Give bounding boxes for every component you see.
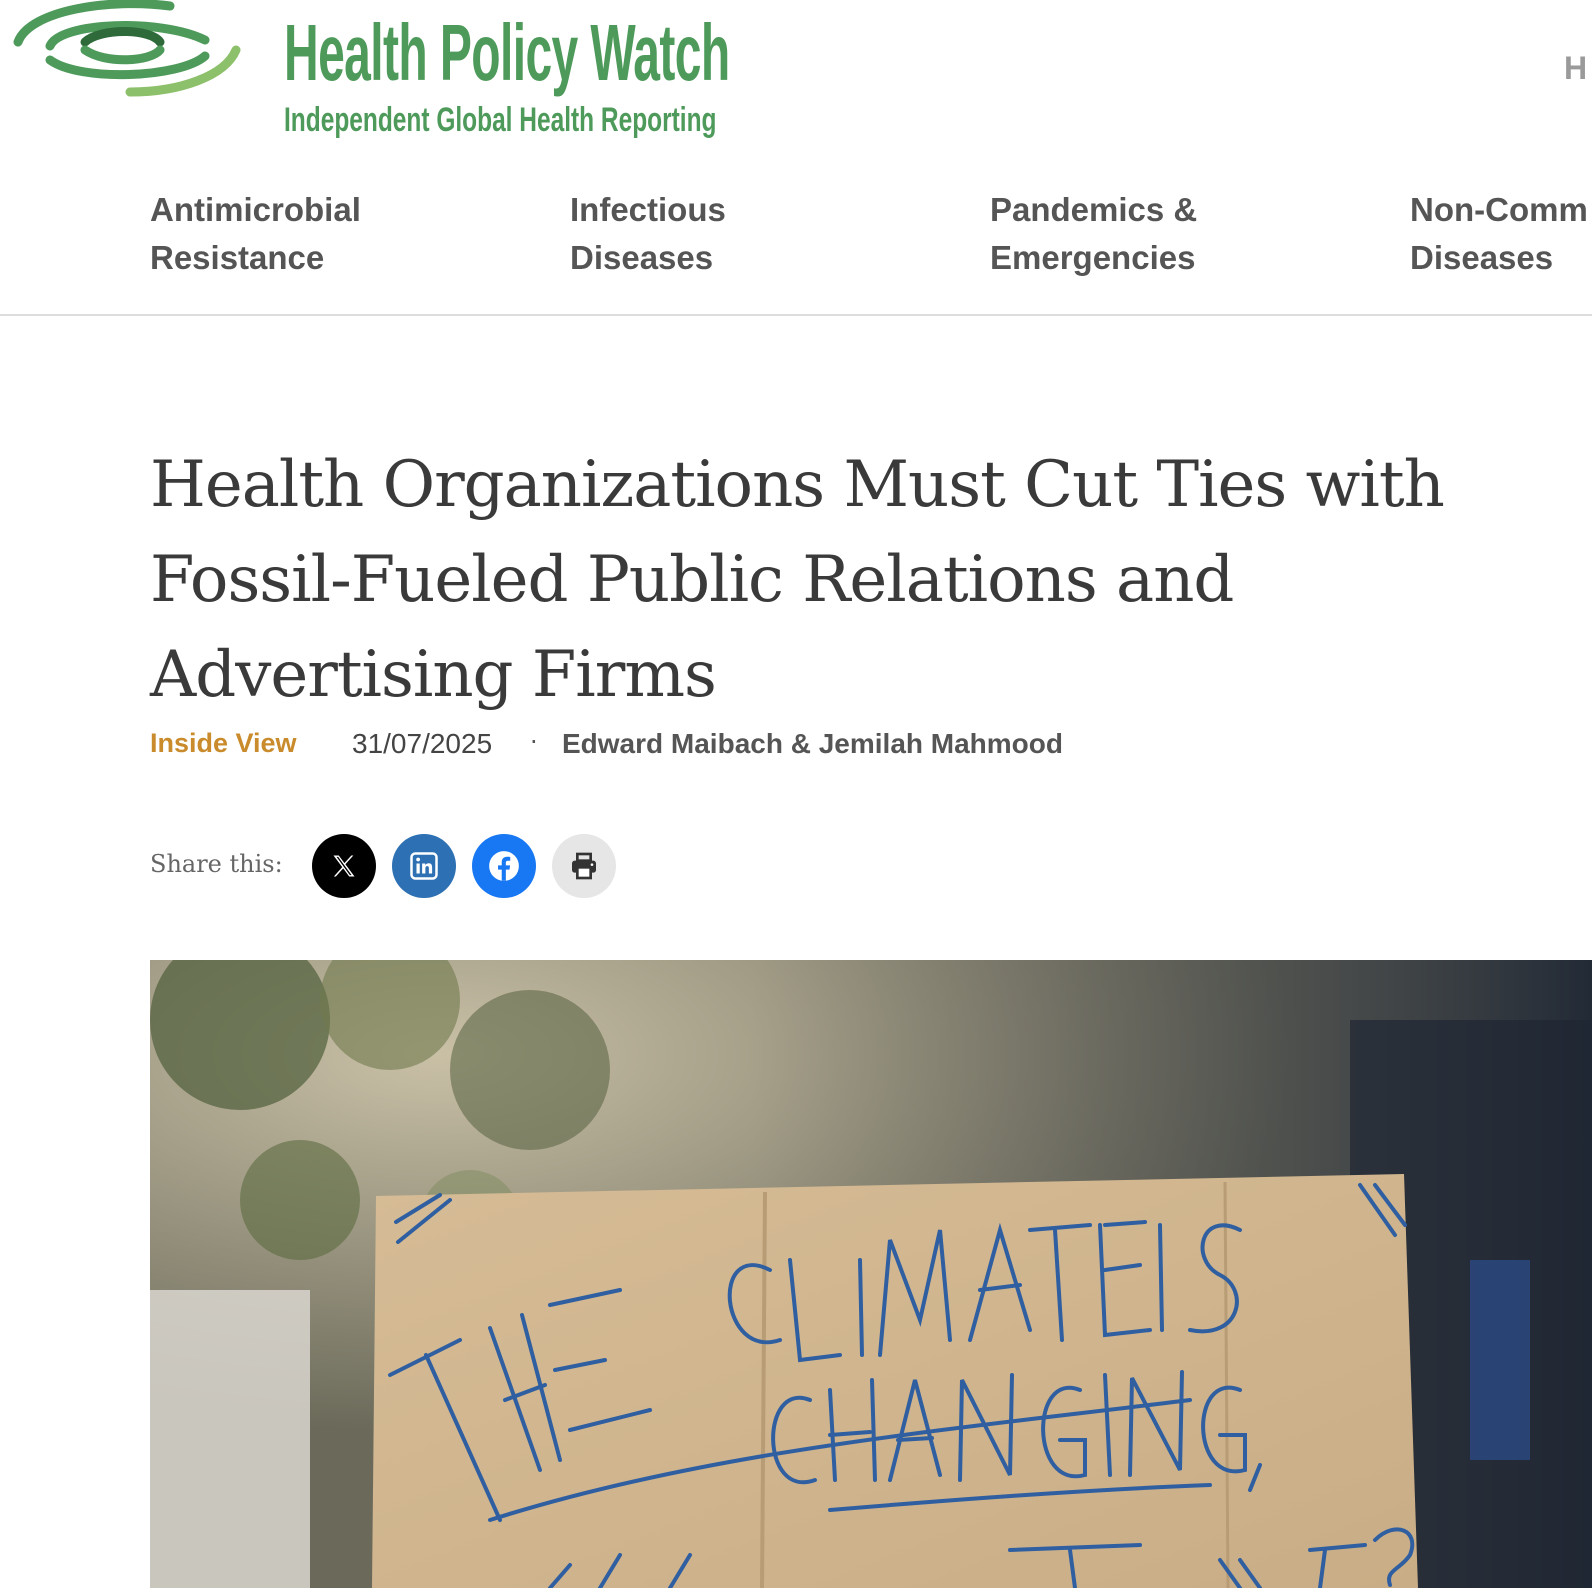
main-nav: Antimicrobial Resistance Infectious Dise…: [0, 150, 1592, 316]
site-tagline: Independent Global Health Reporting: [284, 101, 717, 139]
header-menu-item-partial[interactable]: H: [1564, 50, 1587, 87]
hero-image: [150, 960, 1592, 1588]
article-title: Health Organizations Must Cut Ties with …: [150, 448, 1445, 712]
site-header: Health Policy Watch Independent Global H…: [0, 0, 1592, 150]
nav-item-antimicrobial-resistance[interactable]: Antimicrobial Resistance: [150, 186, 470, 282]
share-label: Share this:: [150, 850, 283, 878]
climate-protest-photo: [150, 960, 1592, 1588]
site-logo-icon[interactable]: [10, 0, 242, 100]
nav-item-pandemics-emergencies[interactable]: Pandemics & Emergencies: [990, 186, 1310, 282]
meta-separator: ·: [530, 728, 538, 756]
nav-item-infectious-diseases[interactable]: Infectious Diseases: [570, 186, 890, 282]
print-icon: [572, 852, 596, 880]
article-authors[interactable]: Edward Maibach & Jemilah Mahmood: [562, 728, 1063, 760]
x-icon: [333, 855, 355, 877]
share-facebook-button[interactable]: [472, 834, 536, 898]
share-linkedin-button[interactable]: [392, 834, 456, 898]
site-title[interactable]: Health Policy Watch: [284, 8, 730, 98]
nav-item-non-communicable-diseases[interactable]: Non-Comm Diseases: [1410, 186, 1592, 282]
facebook-icon: [489, 851, 519, 881]
share-x-button[interactable]: [312, 834, 376, 898]
article-category-link[interactable]: Inside View: [150, 728, 297, 759]
article-date: 31/07/2025: [352, 728, 493, 759]
print-button[interactable]: [552, 834, 616, 898]
linkedin-icon: [410, 852, 438, 880]
